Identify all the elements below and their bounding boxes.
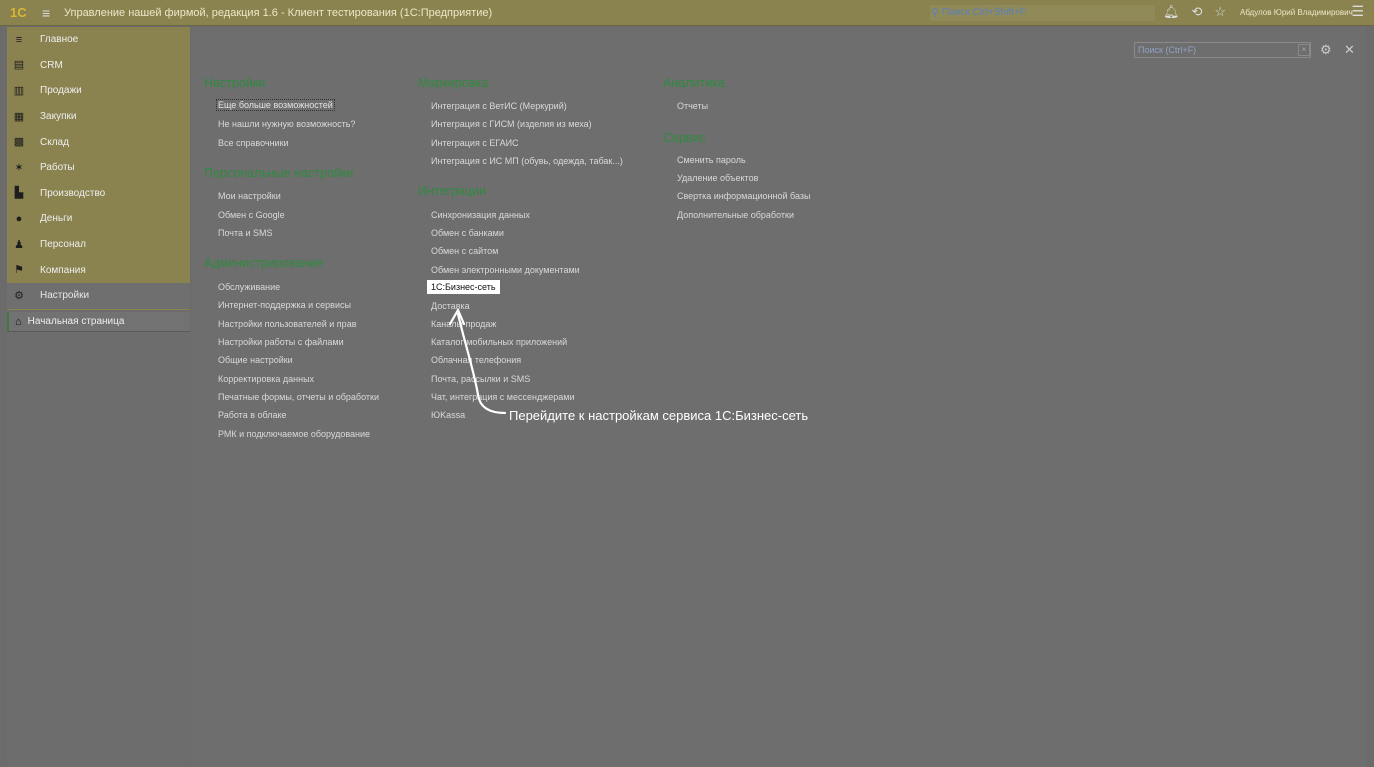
sidebar-item-label: Работы — [40, 162, 75, 174]
link-users-rights[interactable]: Настройки пользователей и прав — [218, 319, 356, 329]
link-pos-equipment[interactable]: РМК и подключаемое оборудование — [218, 429, 370, 439]
title-bar-tools: 🔔︎ ⟲ ☆ — [1163, 4, 1226, 20]
link-cloud-work[interactable]: Работа в облаке — [218, 410, 287, 420]
sidebar-item-label: Закупки — [40, 111, 77, 123]
link-not-found-feature[interactable]: Не нашли нужную возможность? — [218, 119, 355, 129]
company-icon: ⚑ — [14, 264, 24, 277]
section-marking-title: Маркировка — [418, 76, 489, 90]
link-data-correction[interactable]: Корректировка данных — [218, 374, 314, 384]
sidebar-item-purchases[interactable]: ▦ Закупки — [7, 104, 190, 130]
hint-text: Перейдите к настройкам сервиса 1С:Бизнес… — [509, 408, 809, 423]
sidebar-item-money[interactable]: ● Деньги — [7, 206, 190, 232]
home-icon: ⌂ — [15, 315, 22, 328]
section-service-title: Сервис — [663, 131, 706, 145]
settings-icon: ⚙ — [14, 289, 24, 302]
purchases-icon: ▦ — [13, 110, 25, 123]
start-page-label: Начальная страница — [27, 316, 125, 327]
link-google-exchange[interactable]: Обмен с Google — [218, 210, 285, 220]
title-bar: 1С ≡ Управление нашей фирмой, редакция 1… — [0, 0, 1374, 26]
link-delete-objects[interactable]: Удаление объектов — [677, 173, 758, 183]
sidebar-item-crm[interactable]: ▤ CRM — [7, 53, 190, 79]
link-file-settings[interactable]: Настройки работы с файлами — [218, 337, 344, 347]
sidebar-item-warehouse[interactable]: ▩ Склад — [7, 129, 190, 155]
hint-arrow — [448, 308, 507, 415]
link-all-catalogs[interactable]: Все справочники — [218, 138, 289, 148]
crm-icon: ▤ — [13, 59, 25, 72]
sidebar-item-label: Персонал — [40, 239, 86, 251]
sidebar-item-label: CRM — [40, 59, 63, 71]
link-internet-support[interactable]: Интернет-поддержка и сервисы — [218, 300, 351, 310]
link-mail-sms[interactable]: Почта и SMS — [218, 228, 273, 238]
link-site-exchange[interactable]: Обмен с сайтом — [431, 246, 498, 256]
link-gism[interactable]: Интеграция с ГИСМ (изделия из меха) — [431, 119, 592, 129]
sidebar-item-personnel[interactable]: ♟ Персонал — [7, 232, 190, 258]
main-menu-icon[interactable]: ≡ — [42, 6, 56, 20]
user-name[interactable]: Абдулов Юрий Владимирович — [1240, 8, 1353, 17]
section-settings-title: Настройки — [204, 76, 266, 90]
sidebar: ≡ Главное ▤ CRM ▥ Продажи ▦ Закупки ▩ Склад ✶ Работ… — [7, 27, 190, 310]
sidebar-item-label: Продажи — [40, 85, 82, 97]
menu-icon[interactable]: ☰ — [1351, 3, 1364, 20]
production-icon: ▙ — [14, 187, 24, 200]
personnel-icon: ♟ — [14, 238, 24, 251]
link-maintenance[interactable]: Обслуживание — [218, 282, 280, 292]
section-personal-title: Персональные настройки — [204, 166, 354, 180]
link-data-sync[interactable]: Синхронизация данных — [431, 210, 530, 220]
link-change-password[interactable]: Сменить пароль — [677, 155, 746, 165]
close-icon[interactable]: ✕ — [1344, 42, 1355, 58]
form-search-input[interactable]: Поиск (Ctrl+F) — [1134, 42, 1311, 58]
link-reports[interactable]: Отчеты — [677, 101, 708, 111]
history-icon[interactable]: ⟲ — [1192, 4, 1203, 20]
main-icon: ≡ — [15, 33, 23, 46]
section-analytics-title: Аналитика — [663, 76, 725, 90]
open-windows-panel — [7, 310, 190, 767]
sidebar-item-label: Компания — [40, 264, 86, 276]
window-title: Управление нашей фирмой, редакция 1.6 - … — [64, 6, 493, 19]
link-business-network[interactable]: 1С:Бизнес-сеть — [427, 280, 500, 294]
link-extra-processing[interactable]: Дополнительные обработки — [677, 210, 794, 220]
warehouse-icon: ▩ — [13, 136, 25, 149]
money-icon: ● — [15, 212, 23, 225]
sidebar-item-label: Настройки — [40, 290, 90, 302]
sidebar-item-main[interactable]: ≡ Главное — [7, 27, 190, 53]
app-window: 1С ≡ Управление нашей фирмой, редакция 1… — [0, 0, 1374, 767]
gear-icon[interactable]: ⚙ — [1320, 42, 1332, 58]
link-is-mp[interactable]: Интеграция с ИС МП (обувь, одежда, табак… — [431, 156, 623, 166]
app-logo: 1С — [10, 4, 27, 20]
link-print-forms[interactable]: Печатные формы, отчеты и обработки — [218, 392, 379, 402]
works-icon: ✶ — [14, 161, 24, 174]
sidebar-item-label: Главное — [40, 34, 79, 46]
sidebar-item-label: Производство — [40, 187, 106, 199]
link-bank-exchange[interactable]: Обмен с банками — [431, 228, 504, 238]
sales-icon: ▥ — [13, 84, 25, 97]
clear-search-button[interactable]: × — [1298, 44, 1310, 56]
link-egais[interactable]: Интеграция с ЕГАИС — [431, 138, 519, 148]
start-page-tab[interactable]: ⌂ Начальная страница — [7, 312, 190, 332]
sidebar-item-label: Деньги — [40, 213, 73, 225]
link-more-features[interactable]: Еще больше возможностей — [216, 99, 335, 111]
star-icon[interactable]: ☆ — [1214, 4, 1226, 20]
sidebar-item-sales[interactable]: ▥ Продажи — [7, 78, 190, 104]
sidebar-item-works[interactable]: ✶ Работы — [7, 155, 190, 181]
sidebar-item-production[interactable]: ▙ Производство — [7, 181, 190, 207]
bell-icon[interactable]: 🔔︎ — [1163, 4, 1180, 20]
link-edi-exchange[interactable]: Обмен электронными документами — [431, 265, 580, 275]
search-icon: ⚲ — [931, 7, 940, 19]
link-my-settings[interactable]: Мои настройки — [218, 191, 281, 201]
sidebar-item-label: Склад — [40, 136, 69, 148]
section-admin-title: Администрирование — [204, 256, 324, 270]
global-search-input[interactable]: ⚲ Поиск Ctrl+Shift+F — [930, 5, 1155, 21]
link-general-settings[interactable]: Общие настройки — [218, 355, 293, 365]
sidebar-item-company[interactable]: ⚑ Компания — [7, 257, 190, 283]
global-search-placeholder: Поиск Ctrl+Shift+F — [942, 7, 1026, 18]
link-db-collapse[interactable]: Свертка информационной базы — [677, 191, 810, 201]
sidebar-item-settings[interactable]: ⚙ Настройки — [7, 282, 190, 309]
link-vetis[interactable]: Интеграция с ВетИС (Меркурий) — [431, 101, 567, 111]
section-integrations-title: Интеграции — [418, 184, 487, 198]
